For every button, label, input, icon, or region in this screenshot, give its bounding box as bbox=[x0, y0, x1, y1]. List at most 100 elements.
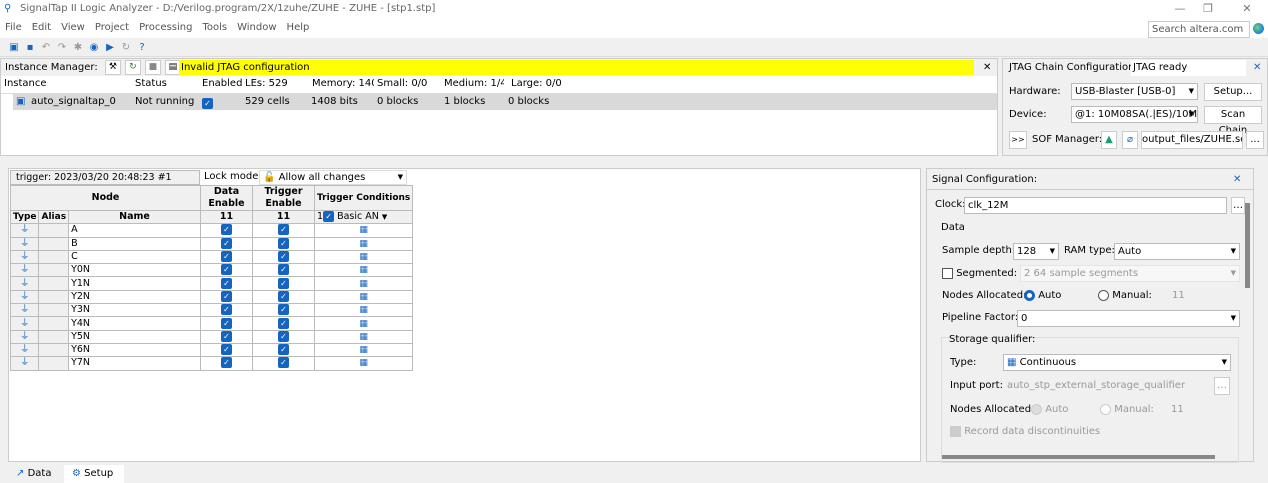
dont-care-condition-icon[interactable]: ▦ bbox=[313, 356, 414, 371]
undo-icon[interactable]: ↶ bbox=[39, 41, 53, 55]
dont-care-condition-icon[interactable]: ▦ bbox=[313, 249, 414, 265]
trigger-enable-checkbox[interactable]: ✓ bbox=[252, 303, 315, 318]
data-enable-checkbox[interactable]: ✓ bbox=[200, 276, 253, 291]
menu-tools[interactable]: Tools bbox=[197, 18, 232, 38]
menu-edit[interactable]: Edit bbox=[27, 18, 56, 38]
menu-help[interactable]: Help bbox=[282, 18, 315, 38]
dont-care-condition-icon[interactable]: ▦ bbox=[313, 316, 414, 331]
node-row[interactable]: ⏚ Y0N ✓ ✓ ▦ bbox=[9, 263, 414, 278]
trigger-enable-checkbox[interactable]: ✓ bbox=[252, 316, 315, 331]
trigger-enable-checkbox[interactable]: ✓ bbox=[252, 249, 315, 265]
trigger-enable-checkbox[interactable]: ✓ bbox=[252, 342, 315, 358]
trigger-enable-checkbox[interactable]: ✓ bbox=[252, 223, 315, 238]
clock-browse-button[interactable]: … bbox=[1231, 197, 1245, 214]
menu-window[interactable]: Window bbox=[232, 18, 281, 38]
tab-data[interactable]: ↗ Data bbox=[8, 465, 64, 483]
node-finder-icon[interactable]: ✱ bbox=[71, 41, 85, 55]
data-enable-checkbox[interactable]: ✓ bbox=[200, 303, 253, 318]
trigger-enable-checkbox[interactable]: ✓ bbox=[252, 236, 315, 251]
close-icon[interactable]: ✕ bbox=[1253, 60, 1261, 76]
node-row[interactable]: ⏚ C ✓ ✓ ▦ bbox=[9, 249, 414, 265]
dont-care-condition-icon[interactable]: ▦ bbox=[313, 289, 414, 305]
data-enable-checkbox[interactable]: ✓ bbox=[200, 356, 253, 371]
node-row[interactable]: ⏚ Y2N ✓ ✓ ▦ bbox=[9, 289, 414, 305]
node-row[interactable]: ⏚ Y3N ✓ ✓ ▦ bbox=[9, 303, 414, 318]
dont-care-condition-icon[interactable]: ▦ bbox=[313, 223, 414, 238]
close-icon[interactable]: ✕ bbox=[983, 59, 991, 76]
manual-radio[interactable]: Manual: bbox=[1098, 288, 1152, 304]
menu-processing[interactable]: Processing bbox=[134, 18, 197, 38]
attach-icon[interactable]: ⌀ bbox=[1122, 131, 1138, 149]
scan-chain-icon[interactable]: ⚒ bbox=[104, 59, 121, 75]
tab-setup[interactable]: ⚙ Setup bbox=[64, 465, 124, 483]
lock-mode-select[interactable]: 🔓 Allow all changes ▼ bbox=[259, 170, 407, 185]
data-enable-checkbox[interactable]: ✓ bbox=[200, 249, 253, 265]
minimize-button[interactable]: — bbox=[1165, 0, 1195, 18]
auto-radio[interactable]: Auto bbox=[1024, 288, 1061, 304]
run-icon[interactable]: ▶ bbox=[103, 41, 117, 55]
device-select[interactable]: @1: 10M08SA(.|ES)/10M08 ▼ bbox=[1071, 106, 1198, 123]
expand-button[interactable]: >> bbox=[1009, 131, 1027, 149]
segmented-checkbox[interactable]: Segmented: bbox=[942, 266, 1017, 282]
instance-row[interactable]: ▣ auto_signaltap_0 Not running ✓ 529 cel… bbox=[13, 94, 997, 110]
data-enable-checkbox[interactable]: ✓ bbox=[200, 316, 253, 331]
dont-care-condition-icon[interactable]: ▦ bbox=[313, 342, 414, 358]
sof-file-field[interactable]: output_files/ZUHE.sof bbox=[1141, 131, 1243, 149]
dont-care-condition-icon[interactable]: ▦ bbox=[313, 236, 414, 251]
node-row[interactable]: ⏚ A ✓ ✓ ▦ bbox=[9, 223, 414, 238]
dont-care-condition-icon[interactable]: ▦ bbox=[313, 263, 414, 278]
node-row[interactable]: ⏚ Y5N ✓ ✓ ▦ bbox=[9, 329, 414, 344]
dont-care-condition-icon[interactable]: ▦ bbox=[313, 303, 414, 318]
data-enable-checkbox[interactable]: ✓ bbox=[200, 329, 253, 344]
data-enable-checkbox[interactable]: ✓ bbox=[200, 289, 253, 305]
maximize-button[interactable]: ❐ bbox=[1193, 0, 1223, 18]
data-enable-checkbox[interactable]: ✓ bbox=[200, 263, 253, 278]
redo-icon[interactable]: ↷ bbox=[55, 41, 69, 55]
trigger-condition-header[interactable]: 1 ✓ Basic AN ▼ bbox=[313, 209, 414, 225]
dont-care-condition-icon[interactable]: ▦ bbox=[313, 276, 414, 291]
setup-button[interactable]: Setup... bbox=[1204, 83, 1262, 101]
node-row[interactable]: ⏚ Y4N ✓ ✓ ▦ bbox=[9, 316, 414, 331]
menu-project[interactable]: Project bbox=[90, 18, 134, 38]
storage-type-select[interactable]: ▦ Continuous ▼ bbox=[1003, 354, 1231, 371]
close-icon[interactable]: ✕ bbox=[1233, 172, 1241, 188]
pipeline-factor-select[interactable]: 0 ▼ bbox=[1017, 310, 1240, 327]
node-row[interactable]: ⏚ Y6N ✓ ✓ ▦ bbox=[9, 342, 414, 358]
program-device-icon[interactable]: ▲ bbox=[1101, 131, 1117, 149]
node-row[interactable]: ⏚ B ✓ ✓ ▦ bbox=[9, 236, 414, 251]
new-instance-icon[interactable]: ▣ bbox=[7, 41, 21, 55]
stop-icon[interactable]: ■ bbox=[144, 59, 161, 75]
trigger-condition-mode[interactable]: Basic AN bbox=[337, 211, 379, 222]
node-row[interactable]: ⏚ Y1N ✓ ✓ ▦ bbox=[9, 276, 414, 291]
trigger-enable-checkbox[interactable]: ✓ bbox=[252, 263, 315, 278]
trigger-enable-checkbox[interactable]: ✓ bbox=[252, 329, 315, 344]
data-enable-checkbox[interactable]: ✓ bbox=[200, 223, 253, 238]
data-enable-checkbox[interactable]: ✓ bbox=[200, 342, 253, 358]
menu-file[interactable]: File bbox=[0, 18, 27, 38]
search-input[interactable]: Search altera.com bbox=[1148, 21, 1250, 38]
ram-type-select[interactable]: Auto ▼ bbox=[1114, 243, 1240, 260]
help-icon[interactable]: ? bbox=[135, 41, 149, 55]
hardware-select[interactable]: USB-Blaster [USB-0] ▼ bbox=[1071, 83, 1198, 100]
close-button[interactable]: ✕ bbox=[1232, 0, 1262, 18]
autorun-analysis-icon[interactable]: ↻ bbox=[124, 59, 141, 75]
trigger-condition-checkbox[interactable]: ✓ bbox=[323, 211, 335, 223]
trigger-enable-checkbox[interactable]: ✓ bbox=[252, 289, 315, 305]
sample-depth-select[interactable]: 128 ▼ bbox=[1013, 243, 1059, 260]
dont-care-condition-icon[interactable]: ▦ bbox=[313, 329, 414, 344]
save-icon[interactable]: ▪ bbox=[23, 41, 37, 55]
menu-view[interactable]: View bbox=[56, 18, 90, 38]
enabled-checkbox[interactable]: ✓ bbox=[202, 96, 213, 112]
globe-icon[interactable] bbox=[1253, 23, 1264, 34]
trigger-enable-checkbox[interactable]: ✓ bbox=[252, 276, 315, 291]
horizontal-scrollbar[interactable] bbox=[942, 455, 1215, 459]
scan-chain-button[interactable]: Scan Chain bbox=[1204, 106, 1262, 136]
vertical-scrollbar[interactable] bbox=[1245, 203, 1250, 288]
autorun-icon[interactable]: ↻ bbox=[119, 41, 133, 55]
trigger-enable-checkbox[interactable]: ✓ bbox=[252, 356, 315, 371]
find-icon[interactable]: ◉ bbox=[87, 41, 101, 55]
data-enable-checkbox[interactable]: ✓ bbox=[200, 236, 253, 251]
node-row[interactable]: ⏚ Y7N ✓ ✓ ▦ bbox=[9, 356, 414, 371]
clock-input[interactable]: clk_12M bbox=[964, 197, 1227, 214]
sof-browse-button[interactable]: ... bbox=[1246, 131, 1264, 149]
